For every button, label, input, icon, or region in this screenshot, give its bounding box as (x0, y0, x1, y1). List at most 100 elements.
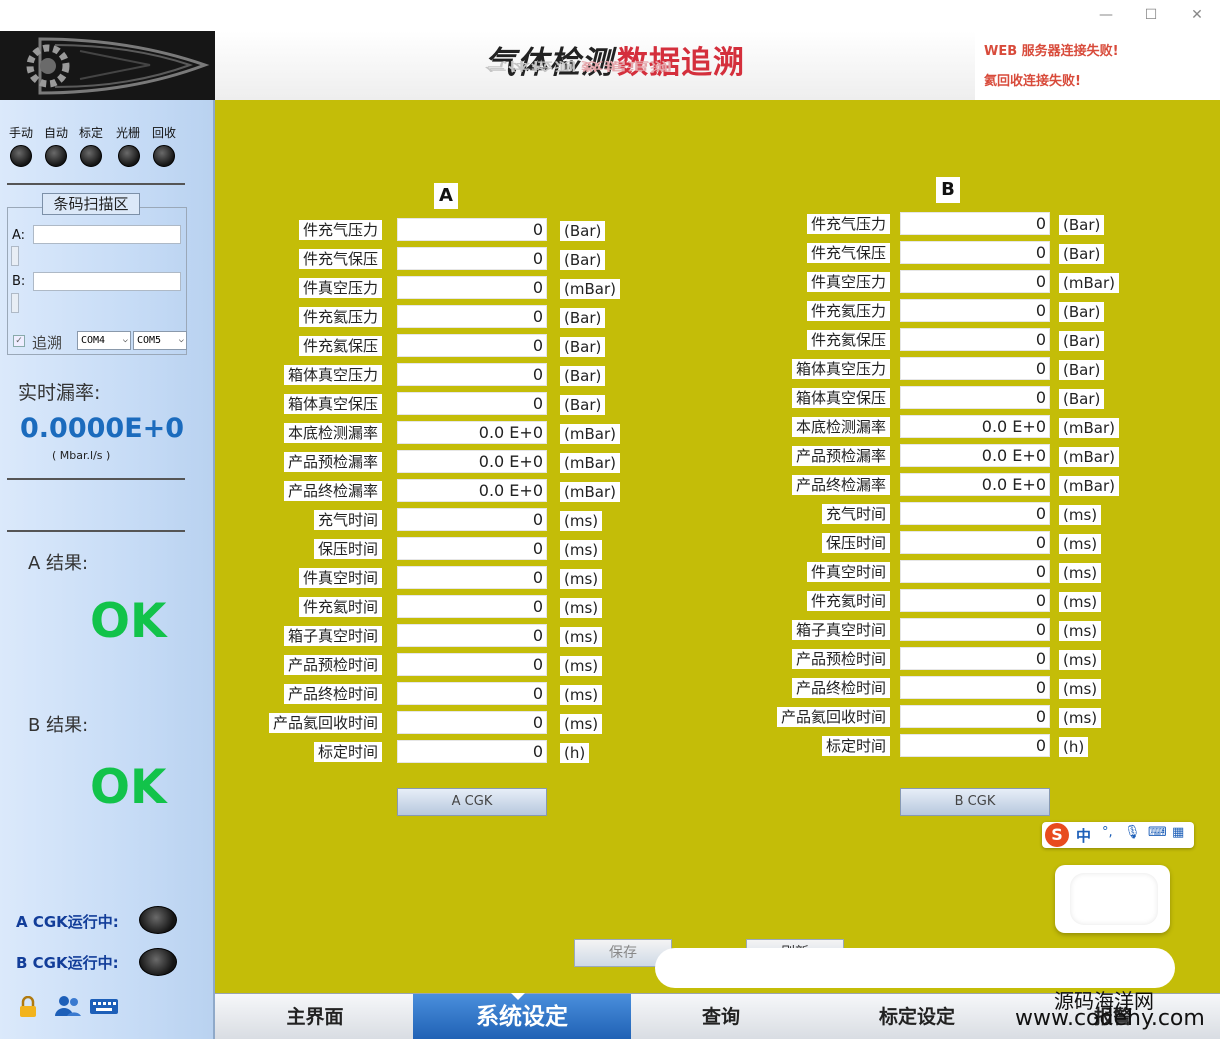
tab-query[interactable]: 查询 (623, 994, 819, 1039)
panel-b-row-value[interactable]: 0 (900, 734, 1050, 757)
panel-a-row-value[interactable]: 0.0 E+0 (397, 479, 547, 502)
panel-a-row-value[interactable]: 0 (397, 711, 547, 734)
panel-b-row-value[interactable]: 0 (900, 299, 1050, 322)
panel-a-row-unit: (mBar) (560, 424, 620, 444)
ime-toolbar: S 中 °, 🎙 ⌨ ▦ (1042, 822, 1194, 848)
panel-a-row-value[interactable]: 0.0 E+0 (397, 421, 547, 444)
panel-b-row-unit: (ms) (1059, 679, 1102, 699)
sogou-logo-icon[interactable]: S (1045, 823, 1069, 847)
realtime-leak-unit: ( Mbar.l/s ) (52, 449, 111, 462)
panel-b-row-value[interactable]: 0 (900, 386, 1050, 409)
panel-a-row-value[interactable]: 0 (397, 334, 547, 357)
panel-b-row-value[interactable]: 0 (900, 241, 1050, 264)
panel-a-row-label: 箱体真空压力 (283, 365, 382, 385)
eye-gear-logo (0, 31, 215, 100)
chevron-down-icon: ⌵ (122, 335, 128, 345)
panel-a-row-label: 件充氦时间 (298, 597, 382, 617)
punctuation-icon[interactable]: °, (1102, 825, 1113, 840)
redaction-overlay (655, 948, 1175, 988)
microphone-icon[interactable]: 🎙 (1124, 825, 1141, 840)
panel-a-row-unit: (Bar) (560, 250, 606, 270)
divider (7, 183, 185, 185)
scan-b-progress (11, 293, 19, 313)
panel-a-row-value[interactable]: 0 (397, 363, 547, 386)
panel-b-row-label: 产品终检时间 (791, 678, 890, 698)
panel-b-row-label: 件充气保压 (806, 243, 890, 263)
panel-b-row-value[interactable]: 0 (900, 357, 1050, 380)
panel-b-row-unit: (ms) (1059, 621, 1102, 641)
panel-b-row-value[interactable]: 0 (900, 270, 1050, 293)
panel-b-row-label: 标定时间 (821, 736, 890, 756)
panel-b-row-value[interactable]: 0 (900, 618, 1050, 641)
tab-system-settings[interactable]: 系统设定 (413, 993, 631, 1039)
panel-b-row-label: 件真空压力 (806, 272, 890, 292)
system-settings-panel: A B 件充气压力 0 (Bar) 件充气保压 0 (Bar) 件真空压力 0 (mBar) 件充… (215, 100, 1220, 993)
panel-a-row-value[interactable]: 0 (397, 537, 547, 560)
cgk-b-running-led (139, 948, 177, 976)
panel-b-row-value[interactable]: 0.0 E+0 (900, 444, 1050, 467)
floating-widget[interactable] (1055, 865, 1170, 933)
panel-b-row-value[interactable]: 0 (900, 212, 1050, 235)
panel-a-row-value[interactable]: 0 (397, 276, 547, 299)
panel-b-row-value[interactable]: 0 (900, 647, 1050, 670)
panel-a-row-value[interactable]: 0.0 E+0 (397, 450, 547, 473)
com-port-select-1[interactable]: COM4 ⌵ (77, 331, 131, 350)
a-cgk-button[interactable]: A CGK (397, 788, 547, 816)
panel-b-row-unit: (Bar) (1059, 302, 1105, 322)
panel-b-row-value[interactable]: 0 (900, 589, 1050, 612)
panel-a-row-label: 件充氦保压 (298, 336, 382, 356)
panel-b-row-value[interactable]: 0.0 E+0 (900, 415, 1050, 438)
users-icon[interactable] (54, 995, 82, 1017)
b-cgk-button[interactable]: B CGK (900, 788, 1050, 816)
keyboard-icon[interactable]: ⌨ (1148, 825, 1167, 840)
scan-b-input[interactable] (33, 272, 181, 291)
panel-a-row-value[interactable]: 0 (397, 508, 547, 531)
maximize-button[interactable]: ☐ (1137, 4, 1165, 26)
panel-b-row-value[interactable]: 0 (900, 502, 1050, 525)
panel-b-row-value[interactable]: 0 (900, 676, 1050, 699)
panel-a-row-value[interactable]: 0 (397, 624, 547, 647)
panel-b-row-value[interactable]: 0 (900, 560, 1050, 583)
panel-b-row-unit: (Bar) (1059, 244, 1105, 264)
panel-a-row-label: 箱体真空保压 (283, 394, 382, 414)
ime-language-toggle[interactable]: 中 (1076, 825, 1091, 846)
panel-a-row-value[interactable]: 0 (397, 740, 547, 763)
panel-a-row-unit: (ms) (560, 511, 603, 531)
panel-a-row-value[interactable]: 0 (397, 653, 547, 676)
trace-checkbox[interactable]: ✓ (13, 335, 25, 347)
panel-b-row-label: 产品预检漏率 (791, 446, 890, 466)
scan-a-progress (11, 246, 19, 266)
panel-a-row-value[interactable]: 0 (397, 682, 547, 705)
panel-a-row-unit: (mBar) (560, 453, 620, 473)
tab-calibration-settings[interactable]: 标定设定 (819, 994, 1015, 1039)
close-button[interactable]: ✕ (1183, 4, 1211, 26)
scan-a-input[interactable] (33, 225, 181, 244)
panel-b-row-value[interactable]: 0 (900, 531, 1050, 554)
recovery-indicator-led (153, 145, 175, 167)
panel-a-row-value[interactable]: 0 (397, 247, 547, 270)
tab-main[interactable]: 主界面 (217, 994, 413, 1039)
lock-icon[interactable] (17, 995, 39, 1018)
panel-b-row-label: 产品终检漏率 (791, 475, 890, 495)
panel-a-row-unit: (ms) (560, 656, 603, 676)
panel-a-row-value[interactable]: 0 (397, 218, 547, 241)
panel-a-row-unit: (h) (560, 743, 590, 763)
panel-a-row-value[interactable]: 0 (397, 595, 547, 618)
panel-a-row-value[interactable]: 0 (397, 305, 547, 328)
panel-a-row-unit: (Bar) (560, 308, 606, 328)
result-b-label: B 结果: (28, 715, 89, 736)
panel-b-row-unit: (Bar) (1059, 215, 1105, 235)
com-port-2-value: COM5 (137, 335, 162, 346)
panel-a-row-label: 充气时间 (313, 510, 382, 530)
panel-a-row-value[interactable]: 0 (397, 392, 547, 415)
com-port-select-2[interactable]: COM5 ⌵ (133, 331, 187, 350)
minimize-button[interactable]: — (1092, 4, 1120, 26)
keyboard-icon[interactable] (89, 996, 119, 1018)
ime-menu-icon[interactable]: ▦ (1172, 825, 1184, 840)
panel-b-row-value[interactable]: 0.0 E+0 (900, 473, 1050, 496)
panel-a-row-unit: (Bar) (560, 366, 606, 386)
panel-b-row-label: 件充气压力 (806, 214, 890, 234)
panel-a-row-value[interactable]: 0 (397, 566, 547, 589)
panel-b-row-value[interactable]: 0 (900, 705, 1050, 728)
panel-b-row-value[interactable]: 0 (900, 328, 1050, 351)
